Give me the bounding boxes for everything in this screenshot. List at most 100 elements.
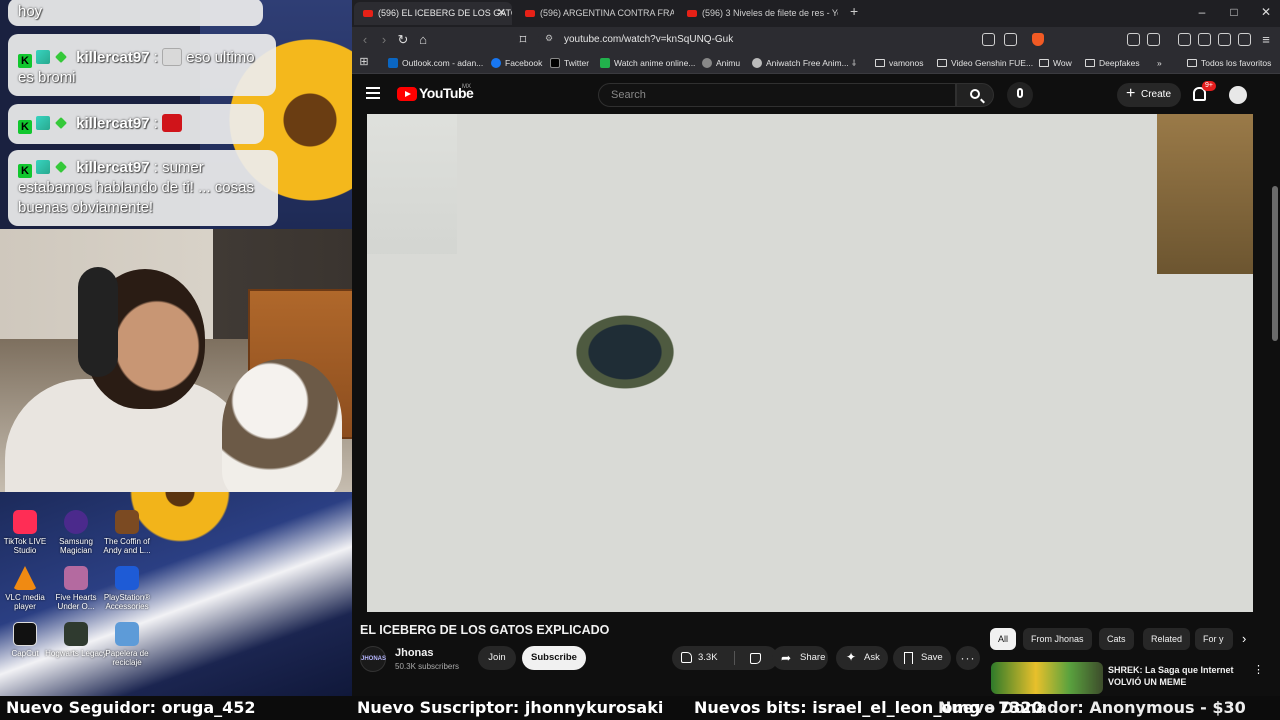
- game-icon: [64, 566, 88, 590]
- subscribe-button[interactable]: Subscribe: [522, 646, 586, 670]
- sparkle-icon: ✦: [846, 650, 857, 664]
- subscriber-badge-icon: [36, 50, 50, 64]
- bookmark-facebook[interactable]: Facebook: [491, 56, 542, 70]
- chip-cats[interactable]: Cats: [1099, 628, 1134, 650]
- video-frame-background: [1157, 114, 1253, 274]
- chip-for-you[interactable]: For y: [1195, 628, 1233, 650]
- desktop-icon[interactable]: The Coffin of Andy and L...: [96, 510, 158, 555]
- more-actions-button[interactable]: ···: [956, 646, 980, 670]
- ticker-donor: Nuevo Donador: Anonymous - $30: [938, 698, 1246, 717]
- like-button[interactable]: 3.3K: [672, 646, 734, 670]
- bookmark-folder-deepfakes[interactable]: Deepfakes: [1085, 56, 1140, 70]
- vpn-icon[interactable]: [1238, 33, 1251, 46]
- share-page-icon[interactable]: [1004, 33, 1017, 46]
- share-label: Share: [800, 652, 826, 663]
- folder-icon: [1039, 59, 1049, 67]
- account-avatar[interactable]: [1229, 86, 1247, 104]
- menu-icon[interactable]: ≡: [1258, 32, 1274, 47]
- tiktok-icon: [13, 510, 37, 534]
- tab-filete[interactable]: (596) 3 Niveles de filete de res - YouT: [678, 2, 838, 25]
- close-tab-icon[interactable]: ✕: [497, 2, 506, 25]
- chat-message: K killercat97 : sumer estabamos hablando…: [8, 150, 278, 226]
- chat-separator: :: [153, 159, 158, 176]
- search-button[interactable]: [956, 83, 994, 107]
- ask-label: Ask: [864, 652, 880, 663]
- bookmark-label: Facebook: [505, 58, 543, 68]
- chat-message: K killercat97 :: [8, 104, 264, 144]
- forward-button[interactable]: ›: [376, 32, 392, 47]
- create-button[interactable]: Create: [1117, 82, 1181, 107]
- save-button[interactable]: Save: [893, 646, 951, 670]
- video-title: EL ICEBERG DE LOS GATOS EXPLICADO: [360, 623, 610, 637]
- red-emote-icon: [162, 114, 183, 132]
- bookmark-folder-wow[interactable]: Wow: [1039, 56, 1072, 70]
- chat-username: killercat97: [76, 49, 150, 66]
- channel-avatar[interactable]: JHONAS: [360, 646, 386, 672]
- recycle-bin-icon: [115, 622, 139, 646]
- extensions-icon[interactable]: [1127, 33, 1140, 46]
- ask-button[interactable]: ✦ Ask: [836, 646, 888, 670]
- bookmark-icon[interactable]: ⌑: [515, 32, 531, 48]
- share-button[interactable]: ➦ Share: [772, 646, 828, 670]
- bookmark-label: Watch anime online...: [614, 58, 696, 68]
- tab-iceberg[interactable]: (596) EL ICEBERG DE LOS GATOS ✕: [354, 2, 512, 25]
- join-button[interactable]: Join: [478, 646, 516, 670]
- video-frame-left-edge: [367, 114, 457, 254]
- video-player[interactable]: [367, 114, 1253, 612]
- url-field[interactable]: youtube.com/watch?v=knSqUNQ-Guk: [538, 30, 1048, 49]
- bookmark-twitter[interactable]: Twitter: [550, 56, 589, 70]
- hogwarts-icon: [64, 622, 88, 646]
- bookmarks-overflow-button[interactable]: »: [1157, 56, 1162, 70]
- ai-icon[interactable]: [1218, 33, 1231, 46]
- webcam-cat: [222, 359, 342, 492]
- new-tab-button[interactable]: +: [850, 3, 858, 19]
- kick-badge-icon: K: [18, 164, 32, 178]
- bookmark-aniwatch[interactable]: Aniwatch Free Anim...: [752, 56, 849, 70]
- desktop-icon[interactable]: PlayStation® Accessories: [96, 566, 158, 611]
- chip-from-channel[interactable]: From Jhonas: [1023, 628, 1092, 650]
- bookmark-animu[interactable]: Animu: [702, 56, 740, 70]
- home-icon[interactable]: ⌂: [415, 32, 431, 47]
- site-info-icon[interactable]: ⚙: [545, 33, 553, 44]
- brave-shield-icon[interactable]: [1032, 33, 1044, 46]
- thumbs-down-icon[interactable]: [750, 653, 761, 664]
- recommendation-menu-icon[interactable]: ⋮: [1253, 663, 1264, 676]
- music-icon[interactable]: [1178, 33, 1191, 46]
- voice-search-button[interactable]: [1007, 82, 1033, 108]
- close-window-button[interactable]: ✕: [1256, 5, 1276, 19]
- samsung-magician-icon: [64, 510, 88, 534]
- minimize-button[interactable]: –: [1192, 5, 1212, 19]
- chip-related[interactable]: Related: [1143, 628, 1191, 650]
- chip-all[interactable]: All: [990, 628, 1017, 650]
- recommendation-thumbnail[interactable]: [991, 662, 1103, 694]
- alerts-ticker: Nuevo Seguidor: oruga_452 Nuevo Suscript…: [0, 696, 1280, 720]
- desktop-icon[interactable]: Papelera de reciclaje: [96, 622, 158, 667]
- maximize-button[interactable]: □: [1224, 5, 1244, 19]
- bookmark-label: Twitter: [564, 58, 590, 68]
- desktop-icon-label: PlayStation® Accessories: [103, 593, 151, 611]
- hamburger-menu-icon[interactable]: [366, 87, 380, 99]
- bookmark-folder-vamonos[interactable]: vamonos: [875, 56, 924, 70]
- youtube-logo-icon[interactable]: [397, 87, 417, 101]
- apps-icon[interactable]: ⊞: [356, 55, 372, 68]
- chevron-right-icon[interactable]: ›: [1242, 631, 1246, 646]
- install-icon[interactable]: [982, 33, 995, 46]
- gem-badge-icon: [55, 161, 67, 173]
- bookmarks-bar: ⊞ Outlook.com - adan... Facebook Twitter…: [352, 52, 1280, 74]
- bookmark-outlook[interactable]: Outlook.com - adan...: [388, 56, 483, 70]
- bookmark-folder-all[interactable]: Todos los favoritos: [1187, 56, 1271, 70]
- bookmark-folder-genshin[interactable]: Video Genshin FUE...: [937, 56, 1033, 70]
- bookmark-label: Animu: [716, 58, 741, 68]
- search-input[interactable]: Search: [598, 83, 956, 107]
- tab-argentina[interactable]: (596) ARGENTINA CONTRA FRANCIA: [516, 2, 674, 25]
- wallet-icon[interactable]: [1198, 33, 1211, 46]
- page-scrollbar[interactable]: [1272, 186, 1278, 341]
- channel-name[interactable]: Jhonas: [395, 647, 434, 659]
- recommendation-title[interactable]: SHREK: La Saga que Internet VOLVIÓ UN ME…: [1108, 664, 1248, 688]
- subscriber-badge-icon: [36, 116, 50, 130]
- back-button[interactable]: ‹: [357, 32, 373, 47]
- bookmark-watch-anime[interactable]: Watch anime online...: [600, 56, 695, 70]
- sidebar-icon[interactable]: [1147, 33, 1160, 46]
- reload-button[interactable]: ↻: [395, 32, 411, 48]
- desktop-icon-label: Five Hearts Under O...: [55, 593, 97, 611]
